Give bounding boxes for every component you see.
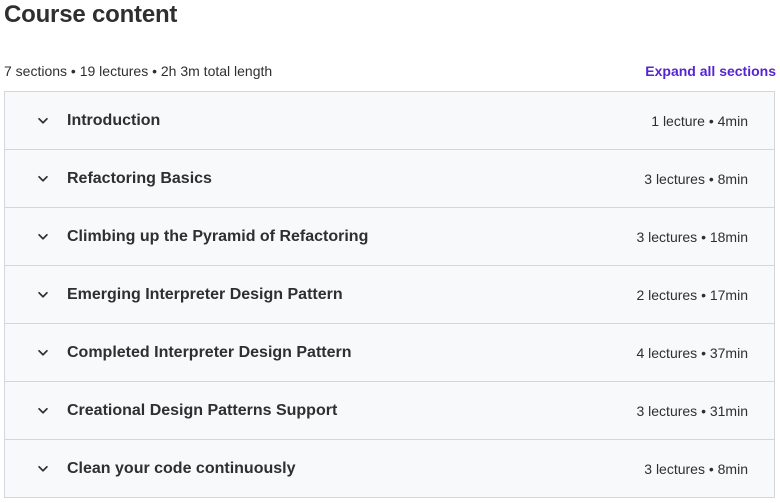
course-meta-row: 7 sections • 19 lectures • 2h 3m total l…	[4, 60, 776, 82]
section-meta: 3 lectures • 31min	[636, 402, 748, 419]
section-header-creational-patterns[interactable]: Creational Design Patterns Support 3 lec…	[5, 382, 774, 440]
section-title: Creational Design Patterns Support	[67, 401, 338, 419]
section-meta: 3 lectures • 8min	[644, 460, 748, 477]
section-title: Clean your code continuously	[67, 459, 296, 477]
section-header-refactoring-basics[interactable]: Refactoring Basics 3 lectures • 8min	[5, 150, 774, 208]
page-title: Course content	[4, 1, 178, 28]
chevron-down-icon	[35, 345, 51, 361]
section-header-introduction[interactable]: Introduction 1 lecture • 4min	[5, 92, 774, 150]
section-meta: 4 lectures • 37min	[636, 344, 748, 361]
section-title: Refactoring Basics	[67, 169, 212, 187]
section-meta: 2 lectures • 17min	[636, 286, 748, 303]
section-title: Emerging Interpreter Design Pattern	[67, 285, 343, 303]
section-meta: 3 lectures • 18min	[636, 228, 748, 245]
chevron-down-icon	[35, 171, 51, 187]
chevron-down-icon	[35, 287, 51, 303]
section-meta: 1 lecture • 4min	[651, 112, 748, 129]
section-title: Climbing up the Pyramid of Refactoring	[67, 227, 369, 245]
section-meta: 3 lectures • 8min	[644, 170, 748, 187]
chevron-down-icon	[35, 229, 51, 245]
chevron-down-icon	[35, 113, 51, 129]
section-title: Introduction	[67, 111, 161, 129]
section-header-climbing-pyramid[interactable]: Climbing up the Pyramid of Refactoring 3…	[5, 208, 774, 266]
section-header-clean-code[interactable]: Clean your code continuously 3 lectures …	[5, 440, 774, 497]
chevron-down-icon	[35, 461, 51, 477]
sections-accordion: Introduction 1 lecture • 4min Refactorin…	[4, 91, 775, 498]
section-header-completed-interpreter[interactable]: Completed Interpreter Design Pattern 4 l…	[5, 324, 774, 382]
course-summary: 7 sections • 19 lectures • 2h 3m total l…	[4, 63, 273, 79]
section-header-emerging-interpreter[interactable]: Emerging Interpreter Design Pattern 2 le…	[5, 266, 774, 324]
section-title: Completed Interpreter Design Pattern	[67, 343, 352, 361]
chevron-down-icon	[35, 403, 51, 419]
expand-all-sections-button[interactable]: Expand all sections	[645, 63, 776, 79]
